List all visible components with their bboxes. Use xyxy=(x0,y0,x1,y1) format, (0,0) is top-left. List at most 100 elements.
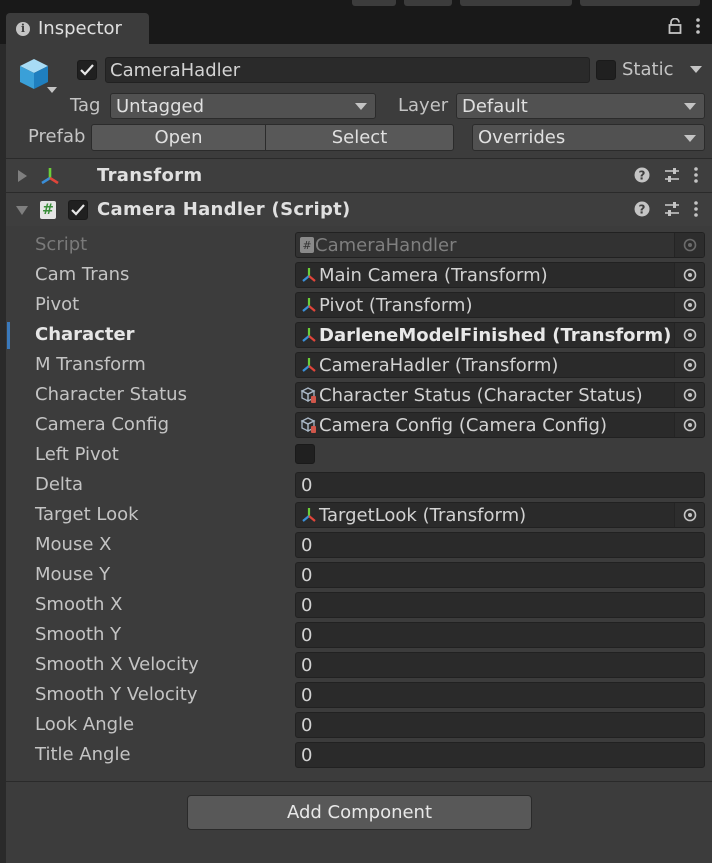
transform-icon xyxy=(302,508,316,522)
camera-config-field[interactable]: Camera Config (Camera Config) xyxy=(295,412,705,438)
transform-icon xyxy=(302,268,316,282)
chevron-down-icon[interactable] xyxy=(47,87,57,93)
help-icon[interactable]: ? xyxy=(634,167,650,183)
cube-icon[interactable] xyxy=(18,57,50,91)
add-component-button[interactable]: Add Component xyxy=(187,795,532,830)
smooth-y-label: Smooth Y xyxy=(35,624,122,645)
chevron-down-icon xyxy=(355,103,367,110)
character-label: Character xyxy=(35,324,135,345)
check-icon xyxy=(71,204,85,216)
transform-icon xyxy=(302,328,316,342)
gameobject-name-field[interactable]: CameraHadler xyxy=(105,57,590,83)
camera-handler-component-header[interactable]: # Camera Handler (Script) ? xyxy=(6,192,712,226)
script-icon: # xyxy=(40,201,56,219)
character-field[interactable]: DarleneModelFinished (Transform) xyxy=(295,322,705,348)
cam-trans-field[interactable]: Main Camera (Transform) xyxy=(295,262,705,288)
object-picker-icon xyxy=(674,233,704,257)
object-picker-icon[interactable] xyxy=(674,353,704,377)
chevron-down-icon xyxy=(684,103,696,110)
target-look-field[interactable]: TargetLook (Transform) xyxy=(295,502,705,528)
tab-inspector[interactable]: i Inspector xyxy=(6,13,149,44)
object-picker-icon[interactable] xyxy=(674,413,704,437)
toolbar-dropdown[interactable] xyxy=(580,0,700,6)
cam-trans-label: Cam Trans xyxy=(35,264,130,285)
prefab-label: Prefab xyxy=(28,126,86,147)
kebab-menu-icon[interactable] xyxy=(694,201,698,217)
scriptable-object-icon xyxy=(300,417,316,433)
m-transform-label: M Transform xyxy=(35,354,146,375)
layer-dropdown[interactable]: Default xyxy=(456,93,705,119)
smooth-y-velocity-field[interactable]: 0 xyxy=(295,682,705,708)
delta-field[interactable]: 0 xyxy=(295,472,705,498)
tag-label: Tag xyxy=(70,95,101,116)
help-icon[interactable]: ? xyxy=(634,201,650,217)
tab-bar: i Inspector xyxy=(0,12,712,44)
smooth-x-velocity-label: Smooth X Velocity xyxy=(35,654,199,675)
prefab-open-button[interactable]: Open xyxy=(91,124,266,151)
smooth-y-field[interactable]: 0 xyxy=(295,622,705,648)
delta-label: Delta xyxy=(35,474,84,495)
static-label: Static xyxy=(622,59,674,80)
preset-sliders-icon[interactable] xyxy=(664,167,680,183)
left-pivot-label: Left Pivot xyxy=(35,444,119,465)
tag-value: Untagged xyxy=(116,95,205,117)
component-enabled-checkbox[interactable] xyxy=(68,200,88,220)
static-dropdown-arrow-icon[interactable] xyxy=(690,66,702,73)
scriptable-object-icon xyxy=(300,387,316,403)
script-label: Script xyxy=(35,234,88,255)
object-picker-icon[interactable] xyxy=(674,503,704,527)
kebab-menu-icon[interactable] xyxy=(694,167,698,183)
smooth-x-field[interactable]: 0 xyxy=(295,592,705,618)
look-angle-field[interactable]: 0 xyxy=(295,712,705,738)
fold-right-icon[interactable] xyxy=(18,170,27,182)
pivot-label: Pivot xyxy=(35,294,80,315)
toolbar-button[interactable] xyxy=(352,0,396,6)
smooth-x-velocity-field[interactable]: 0 xyxy=(295,652,705,678)
script-file-icon: # xyxy=(300,237,314,253)
toolbar-button[interactable] xyxy=(404,0,452,6)
top-toolbar-strip xyxy=(0,0,712,12)
mouse-y-field[interactable]: 0 xyxy=(295,562,705,588)
mouse-x-label: Mouse X xyxy=(35,534,112,555)
left-pivot-checkbox[interactable] xyxy=(295,444,315,464)
selection-indicator xyxy=(7,322,10,349)
tab-label: Inspector xyxy=(38,18,122,39)
object-picker-icon[interactable] xyxy=(674,293,704,317)
mouse-x-field[interactable]: 0 xyxy=(295,532,705,558)
camera-config-value: Camera Config (Camera Config) xyxy=(319,414,607,436)
title-angle-field[interactable]: 0 xyxy=(295,742,705,768)
fold-down-icon[interactable] xyxy=(16,206,28,215)
kebab-menu-icon[interactable] xyxy=(696,18,700,34)
prefab-overrides-dropdown[interactable]: Overrides xyxy=(472,124,705,151)
pivot-field[interactable]: Pivot (Transform) xyxy=(295,292,705,318)
toolbar-dropdown[interactable] xyxy=(460,0,572,6)
static-checkbox[interactable] xyxy=(596,60,616,80)
character-status-field[interactable]: Character Status (Character Status) xyxy=(295,382,705,408)
transform-component-header[interactable]: Transform ? xyxy=(6,158,712,192)
m-transform-value: CameraHadler (Transform) xyxy=(319,354,559,376)
layer-label: Layer xyxy=(398,95,449,116)
transform-icon xyxy=(302,298,316,312)
preset-sliders-icon[interactable] xyxy=(664,201,680,217)
character-value: DarleneModelFinished (Transform) xyxy=(319,324,672,346)
svg-text:?: ? xyxy=(639,203,646,217)
target-look-label: Target Look xyxy=(35,504,139,525)
lock-icon[interactable] xyxy=(668,18,682,34)
object-picker-icon[interactable] xyxy=(674,323,704,347)
transform-title: Transform xyxy=(97,165,203,186)
camera-config-label: Camera Config xyxy=(35,414,170,435)
smooth-x-label: Smooth X xyxy=(35,594,123,615)
prefab-select-button[interactable]: Select xyxy=(265,124,454,151)
object-picker-icon[interactable] xyxy=(674,383,704,407)
overrides-value: Overrides xyxy=(478,127,566,148)
chevron-down-icon xyxy=(684,134,696,142)
character-status-value: Character Status (Character Status) xyxy=(319,384,643,406)
object-picker-icon[interactable] xyxy=(674,263,704,287)
look-angle-label: Look Angle xyxy=(35,714,135,735)
character-status-label: Character Status xyxy=(35,384,187,405)
m-transform-field[interactable]: CameraHadler (Transform) xyxy=(295,352,705,378)
transform-icon xyxy=(41,168,59,185)
svg-text:?: ? xyxy=(639,169,646,183)
active-checkbox[interactable] xyxy=(77,60,97,80)
tag-dropdown[interactable]: Untagged xyxy=(110,93,376,119)
